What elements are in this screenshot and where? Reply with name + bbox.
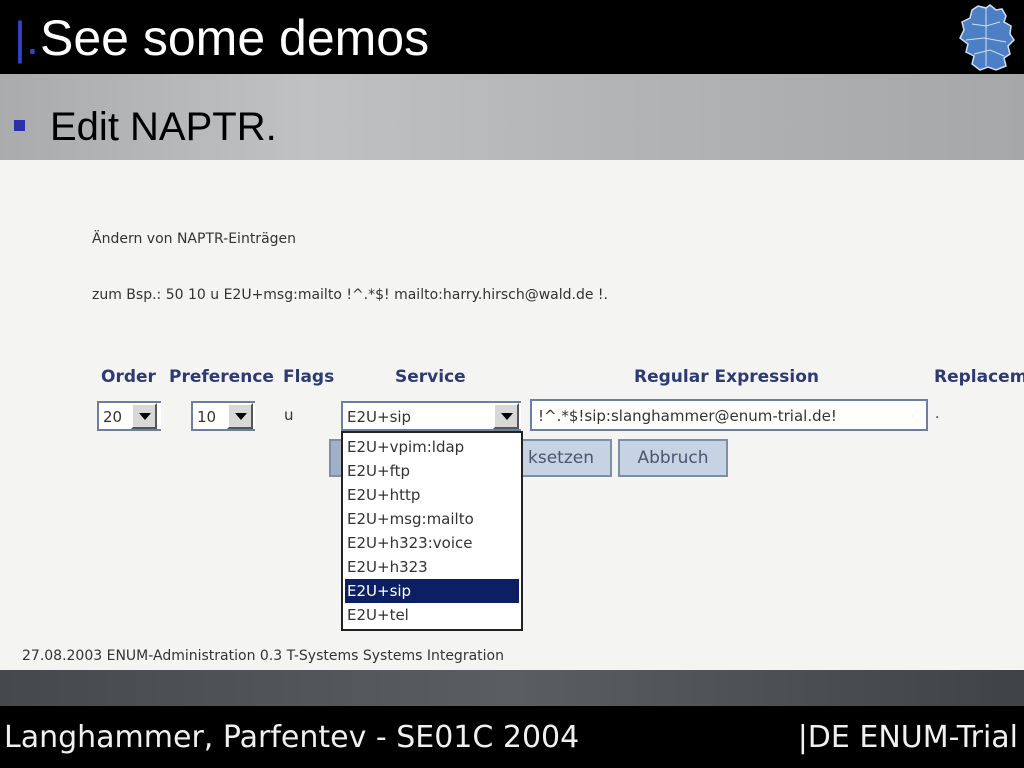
service-select[interactable]: E2U+sip: [341, 401, 521, 431]
bullet-icon: [14, 120, 25, 131]
service-option-selected[interactable]: E2U+sip: [345, 579, 519, 603]
service-option[interactable]: E2U+msg:mailto: [345, 507, 519, 531]
chevron-down-icon[interactable]: [131, 403, 157, 429]
order-select[interactable]: 20: [97, 401, 161, 431]
regex-input[interactable]: !^.*$!sip:slanghammer@enum-trial.de!: [530, 399, 928, 431]
column-service: Service: [395, 367, 466, 387]
column-regex: Regular Expression: [634, 367, 819, 387]
preference-value: 10: [197, 408, 217, 426]
column-flags: Flags: [283, 367, 335, 387]
title-mark: |.: [14, 12, 39, 64]
replacement-value: .: [935, 406, 940, 422]
service-option[interactable]: E2U+h323:voice: [345, 531, 519, 555]
chevron-down-icon[interactable]: [493, 403, 519, 429]
lower-band: [0, 670, 1024, 706]
cancel-button[interactable]: Abbruch: [618, 439, 728, 477]
column-preference: Preference: [169, 367, 274, 387]
naptr-edit-panel: Ändern von NAPTR-Einträgen zum Bsp.: 50 …: [0, 160, 1024, 670]
service-value: E2U+sip: [347, 408, 412, 426]
bullet-text: Edit NAPTR.: [50, 105, 277, 149]
service-option[interactable]: E2U+http: [345, 483, 519, 507]
panel-heading: Ändern von NAPTR-Einträgen: [92, 231, 297, 247]
app-footer: 27.08.2003 ENUM-Administration 0.3 T-Sys…: [22, 648, 504, 664]
column-replacement: Replacem: [934, 367, 1024, 387]
service-dropdown-list: E2U+vpim:ldap E2U+ftp E2U+http E2U+msg:m…: [341, 431, 523, 631]
flags-value: u: [284, 406, 294, 424]
service-option[interactable]: E2U+vpim:ldap: [345, 435, 519, 459]
preference-select[interactable]: 10: [191, 401, 255, 431]
footer-project: |DE ENUM-Trial: [797, 720, 1018, 755]
service-option[interactable]: E2U+tel: [345, 603, 519, 627]
example-text: zum Bsp.: 50 10 u E2U+msg:mailto !^.*$! …: [92, 287, 608, 303]
slide-title: See some demos: [40, 10, 430, 66]
order-value: 20: [103, 408, 123, 426]
service-option[interactable]: E2U+h323: [345, 555, 519, 579]
regex-value: !^.*$!sip:slanghammer@enum-trial.de!: [538, 407, 837, 425]
service-option[interactable]: E2U+ftp: [345, 459, 519, 483]
germany-map-icon: [959, 4, 1015, 71]
chevron-down-icon[interactable]: [227, 403, 253, 429]
footer-authors: Langhammer, Parfentev - SE01C 2004: [4, 720, 580, 755]
column-order: Order: [101, 367, 156, 387]
